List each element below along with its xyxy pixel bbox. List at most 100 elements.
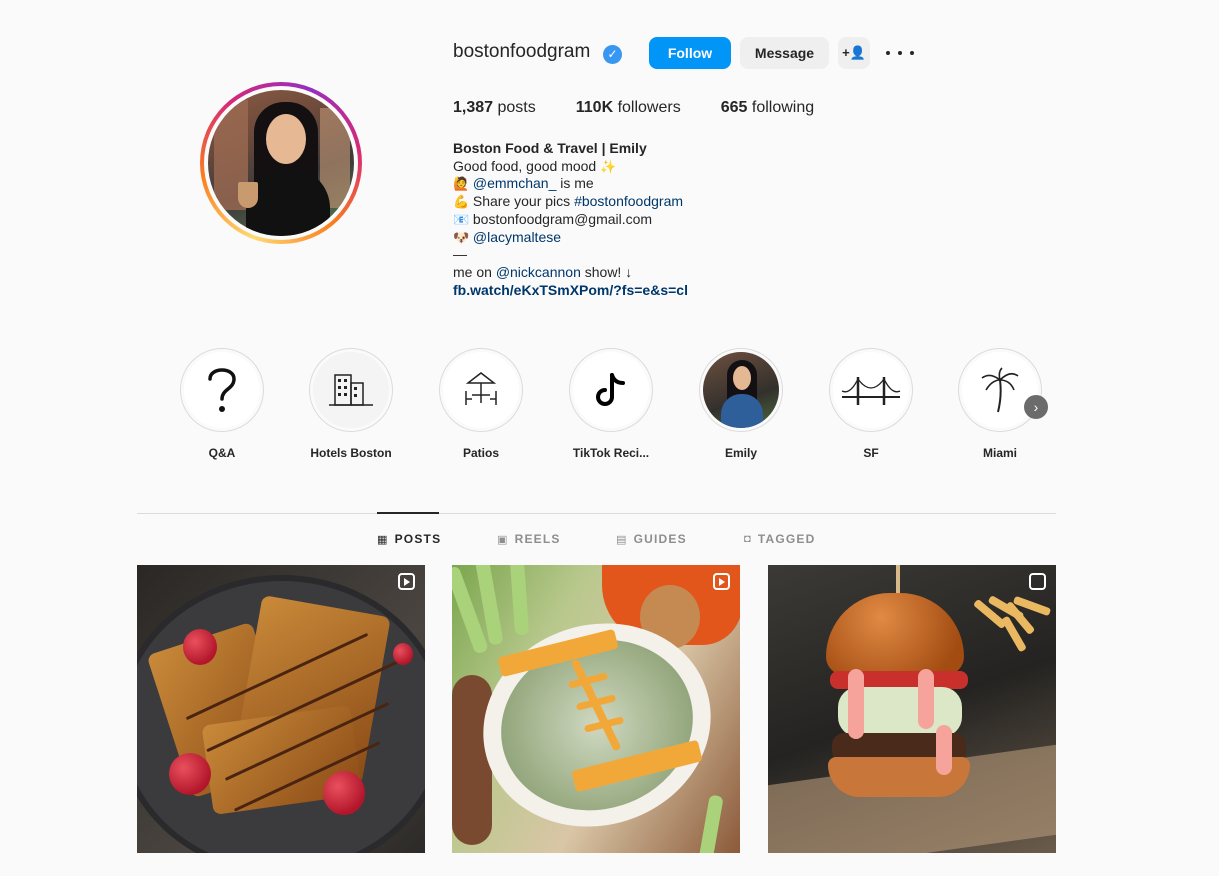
palm-tree-icon (962, 352, 1038, 428)
bio-display-name: Boston Food & Travel | Emily (453, 140, 647, 156)
bio-hashtag[interactable]: #bostonfoodgram (574, 193, 683, 209)
tagged-icon: ◘ (744, 533, 752, 545)
highlight-label: Q&A (208, 446, 236, 460)
suggested-accounts-icon[interactable]: +👤 (838, 37, 870, 69)
avatar-drink (238, 182, 258, 208)
post-football-dip[interactable] (452, 565, 740, 853)
bio-text: Good food, good mood (453, 157, 597, 174)
tab-tagged[interactable]: ◘ TAGGED (744, 532, 816, 546)
tab-reels[interactable]: ▣ REELS (497, 532, 561, 546)
reel-badge-icon (398, 573, 415, 590)
raspberry (183, 629, 217, 665)
bio-mention-lacymaltese[interactable]: @lacymaltese (473, 229, 561, 245)
skewer (896, 565, 900, 595)
following-count-label: following (751, 99, 815, 116)
highlight-qa[interactable]: Q&A (167, 348, 277, 460)
profile-bio: Boston Food & Travel | Emily Good food, … (453, 140, 773, 299)
photo-body (721, 394, 763, 428)
bio-mention-emmchan[interactable]: @emmchan_ (473, 175, 556, 191)
bio-text: me on (453, 263, 496, 280)
guides-icon: ▤ (616, 533, 628, 546)
highlight-sf[interactable]: SF (816, 348, 926, 460)
highlight-hotels-boston[interactable]: Hotels Boston (296, 348, 406, 460)
bio-line: 🐶 @lacymaltese (453, 229, 773, 247)
message-button[interactable]: Message (740, 37, 829, 69)
posts-count-label: posts (497, 99, 536, 116)
highlight-ring (180, 348, 264, 432)
raspberry (169, 753, 211, 795)
bio-line: 💪 Share your pics #bostonfoodgram (453, 193, 773, 211)
grid-icon: ▦ (377, 533, 389, 546)
profile-username: bostonfoodgram (453, 41, 591, 62)
raspberry (393, 643, 413, 665)
hotel-icon (313, 352, 389, 428)
flexed-arm-icon: 💪 (453, 194, 470, 210)
active-tab-indicator (377, 512, 439, 514)
followers-count-label: followers (617, 99, 681, 116)
tab-posts[interactable]: ▦ POSTS (377, 532, 441, 546)
sparkles-icon: ✨ (600, 158, 617, 174)
tab-label: POSTS (394, 532, 442, 546)
highlights-next-icon[interactable]: › (1024, 395, 1048, 419)
bio-line: me on @nickcannon show! ↓ (453, 264, 773, 282)
emily-photo (703, 352, 779, 428)
bio-text: show! ↓ (580, 263, 633, 280)
highlight-ring (569, 348, 653, 432)
reel-badge-icon (713, 573, 730, 590)
post-burger[interactable] (768, 565, 1056, 853)
burger-top-bun (826, 593, 964, 675)
more-options-icon[interactable] (886, 44, 914, 62)
bio-mention-nickcannon[interactable]: @nickcannon (496, 264, 581, 280)
highlight-ring (958, 348, 1042, 432)
sausage-slices (452, 675, 492, 845)
celery-stick (694, 794, 724, 853)
highlight-label: SF (863, 446, 879, 460)
question-icon (184, 352, 260, 428)
highlight-label: Miami (982, 446, 1017, 460)
following-count-value: 665 (720, 99, 748, 116)
highlight-ring (439, 348, 523, 432)
profile-avatar[interactable] (200, 82, 362, 244)
highlight-label: Emily (724, 446, 757, 460)
celery-stick (508, 565, 530, 636)
dog-face-icon: 🐶 (453, 229, 470, 245)
posts-count: 1,387 posts (453, 99, 536, 117)
bio-line: 📧 bostonfoodgram@gmail.com (453, 211, 773, 229)
avatar-photo (208, 90, 354, 236)
golden-gate-icon (833, 352, 909, 428)
raspberry (323, 771, 365, 815)
tabs-divider (137, 513, 1056, 514)
bio-line: 🙋 @emmchan_ is me (453, 175, 773, 193)
bio-text: is me (556, 175, 594, 192)
bio-external-link[interactable]: fb.watch/eKxTSmXPom/?fs=e&s=cl (453, 282, 773, 300)
carousel-badge-icon (1029, 573, 1046, 590)
following-count[interactable]: 665 following (721, 99, 814, 117)
followers-count-value: 110K (575, 99, 614, 116)
reels-icon: ▣ (497, 533, 509, 546)
highlight-label: Patios (462, 446, 499, 460)
avatar-ring-gap (204, 86, 358, 240)
tab-guides[interactable]: ▤ GUIDES (616, 532, 687, 546)
envelope-icon: 📧 (453, 211, 470, 227)
burger-sauce (918, 669, 934, 729)
burger-sauce (936, 725, 952, 775)
patio-icon (443, 352, 519, 428)
highlight-patios[interactable]: Patios (426, 348, 536, 460)
highlight-ring (829, 348, 913, 432)
follow-button[interactable]: Follow (649, 37, 731, 69)
person-raising-hand-icon: 🙋 (453, 176, 470, 192)
highlight-ring (309, 348, 393, 432)
photo-face (733, 366, 751, 390)
bio-email: bostonfoodgram@gmail.com (472, 210, 653, 227)
tab-label: REELS (514, 532, 561, 546)
highlight-label: Hotels Boston (310, 446, 392, 460)
post-french-toast[interactable] (137, 565, 425, 853)
highlight-tiktok-recipes[interactable]: TikTok Reci... (556, 348, 666, 460)
followers-count[interactable]: 110K followers (576, 99, 681, 117)
tab-label: GUIDES (633, 532, 687, 546)
dot (886, 51, 890, 55)
fries (972, 585, 1052, 665)
highlight-emily[interactable]: Emily (686, 348, 796, 460)
verified-badge-icon: ✓ (603, 45, 622, 64)
bio-line: Good food, good mood ✨ (453, 158, 773, 176)
